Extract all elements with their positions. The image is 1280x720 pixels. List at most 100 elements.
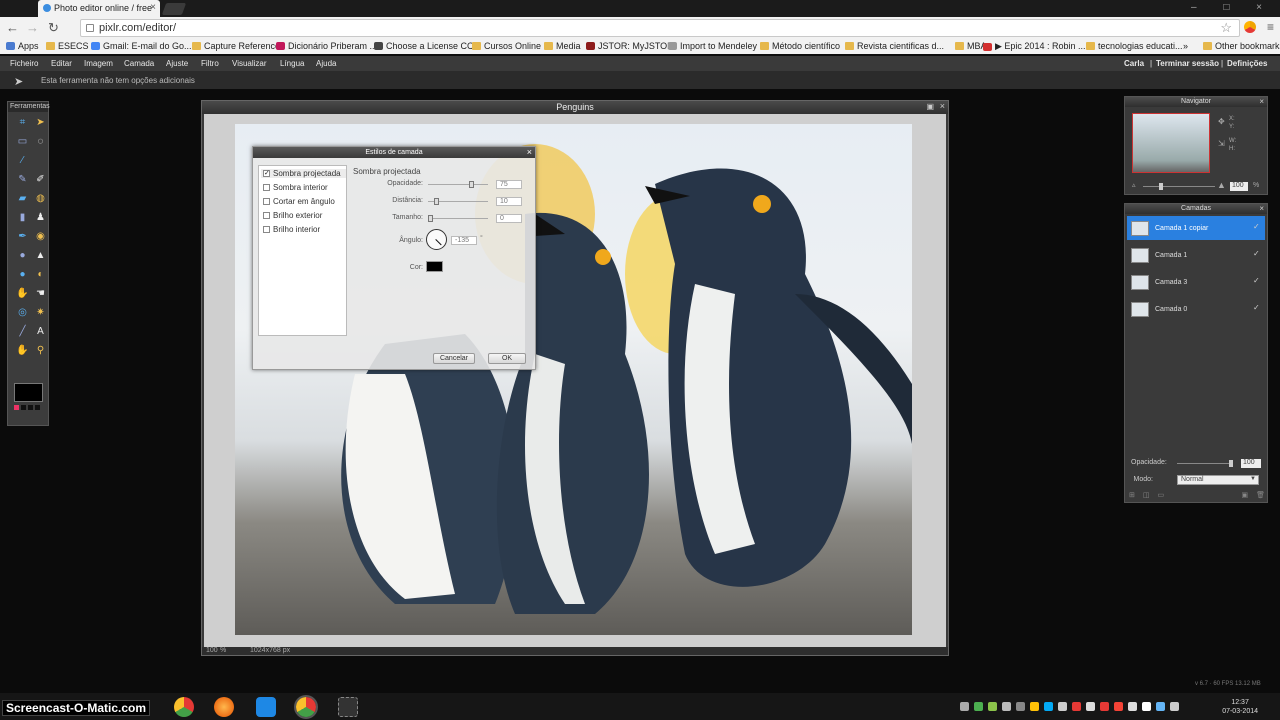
lasso-icon[interactable]: ◌ bbox=[34, 135, 47, 148]
checkbox[interactable] bbox=[263, 212, 270, 219]
bookmark-item[interactable]: ▶ Epic 2014 : Robin ... bbox=[983, 41, 1085, 52]
checkbox[interactable] bbox=[263, 226, 270, 233]
checkbox[interactable]: ✓ bbox=[263, 170, 270, 177]
menu-ajuda[interactable]: Ajuda bbox=[316, 59, 336, 68]
browser-tab[interactable]: Photo editor online / free × bbox=[38, 0, 160, 17]
style-option[interactable]: Cortar em ângulo bbox=[263, 197, 335, 206]
size-slider[interactable] bbox=[428, 215, 488, 222]
navigator-close-icon[interactable]: × bbox=[1259, 97, 1264, 106]
picker-icon[interactable]: ✒ bbox=[16, 230, 29, 243]
pencil-icon[interactable]: ✎ bbox=[16, 173, 29, 186]
tray-icon[interactable] bbox=[1086, 702, 1095, 711]
sharpen-icon[interactable]: ▲ bbox=[34, 249, 47, 262]
tray-icon[interactable] bbox=[1030, 702, 1039, 711]
skype-taskbar-icon[interactable] bbox=[256, 697, 276, 717]
window-controls[interactable]: – □ × bbox=[1191, 2, 1274, 13]
visibility-checkbox-icon[interactable]: ✓ bbox=[1253, 276, 1261, 285]
ok-button[interactable]: OK bbox=[488, 353, 526, 364]
blend-mode-select[interactable]: Normal ▼ bbox=[1177, 475, 1259, 485]
zoom-value[interactable]: 100 bbox=[206, 647, 218, 654]
menu-right-0[interactable]: Carla bbox=[1124, 59, 1144, 68]
stamp-icon[interactable]: ♟ bbox=[34, 211, 47, 224]
layer-row[interactable]: Camada 3 ✓ bbox=[1127, 270, 1265, 294]
forward-arrow-icon[interactable]: → bbox=[26, 20, 39, 35]
opacity-slider[interactable] bbox=[428, 181, 488, 188]
zoom-input[interactable]: 100 bbox=[1230, 182, 1248, 191]
tray-icon[interactable] bbox=[1002, 702, 1011, 711]
chrome-menu-icon[interactable]: ≡ bbox=[1267, 20, 1274, 34]
menu-right-2[interactable]: Definições bbox=[1227, 59, 1267, 68]
bookmark-item[interactable]: Dicionário Priberam ... bbox=[276, 41, 377, 51]
pinch-icon[interactable]: ✷ bbox=[34, 306, 47, 319]
style-option[interactable]: Brilho exterior bbox=[263, 211, 322, 220]
marquee-icon[interactable]: ▭ bbox=[16, 135, 29, 148]
bookmark-item[interactable]: tecnologias educati... bbox=[1086, 41, 1183, 51]
menu-camada[interactable]: Camada bbox=[124, 59, 154, 68]
tab-close-icon[interactable]: × bbox=[150, 2, 156, 13]
tray-icon[interactable] bbox=[1044, 702, 1053, 711]
angle-input[interactable]: -135 bbox=[451, 236, 477, 245]
bookmark-item[interactable]: Cursos Online bbox=[472, 41, 541, 51]
bookmark-item[interactable]: JSTOR: MyJSTOR bbox=[586, 41, 674, 51]
delete-layer-icon[interactable]: 🗑 bbox=[1256, 491, 1265, 501]
new-tab-button[interactable] bbox=[161, 3, 187, 15]
bookmark-item[interactable]: Choose a License CC bbox=[374, 41, 474, 51]
shadow-color-swatch[interactable] bbox=[426, 261, 443, 272]
bookmark-item[interactable]: Gmail: E-mail do Go... bbox=[91, 41, 192, 51]
tray-icon[interactable] bbox=[1142, 702, 1151, 711]
wand-icon[interactable]: ⁄ bbox=[16, 154, 29, 167]
layer-styles-dialog[interactable]: Estilos de camada × ✓ Sombra projectada So… bbox=[252, 146, 536, 370]
layer-row[interactable]: Camada 0 ✓ bbox=[1127, 297, 1265, 321]
bookmark-item[interactable]: Media bbox=[544, 41, 581, 51]
layer-opacity-input[interactable]: 100 bbox=[1241, 459, 1261, 468]
layer-row[interactable]: Camada 1 ✓ bbox=[1127, 243, 1265, 267]
tray-icon[interactable] bbox=[988, 702, 997, 711]
bookmark-item[interactable]: Apps bbox=[6, 41, 39, 51]
layer-style-icon[interactable]: ⊞ bbox=[1129, 491, 1135, 501]
bookmark-item[interactable]: Import to Mendeley bbox=[668, 41, 757, 51]
bookmark-item[interactable]: Revista cientificas d... bbox=[845, 41, 944, 51]
back-arrow-icon[interactable]: ← bbox=[6, 20, 19, 35]
firefox-taskbar-icon[interactable] bbox=[214, 697, 234, 717]
bookmark-item[interactable]: MBA bbox=[955, 41, 987, 51]
layer-mask-icon[interactable]: ◫ bbox=[1143, 491, 1150, 501]
menu-editar[interactable]: Editar bbox=[51, 59, 72, 68]
smudge-icon[interactable]: ☚ bbox=[34, 287, 47, 300]
move-icon[interactable]: ➤ bbox=[34, 116, 47, 129]
opacity-input[interactable]: 75 bbox=[496, 180, 522, 189]
size-slider-knob[interactable] bbox=[428, 215, 433, 222]
bookmark-item[interactable]: » bbox=[1183, 41, 1188, 51]
clock[interactable]: 12:37 07-03-2014 bbox=[1222, 698, 1258, 716]
menu-visualizar[interactable]: Visualizar bbox=[232, 59, 267, 68]
layers-close-icon[interactable]: × bbox=[1259, 204, 1264, 213]
chrome-taskbar-icon[interactable] bbox=[174, 697, 194, 717]
navigator-thumbnail[interactable] bbox=[1132, 113, 1210, 173]
menu-filtro[interactable]: Filtro bbox=[201, 59, 219, 68]
foreground-color-swatch[interactable] bbox=[14, 383, 43, 402]
gradient-icon[interactable]: ▮ bbox=[16, 211, 29, 224]
layer-row[interactable]: Camada 1 copiar ✓ bbox=[1127, 216, 1265, 240]
new-layer-icon[interactable]: ▣ bbox=[1241, 491, 1248, 501]
tray-icon[interactable] bbox=[960, 702, 969, 711]
eraser-icon[interactable]: ▰ bbox=[16, 192, 29, 205]
style-option[interactable]: Brilho interior bbox=[263, 225, 320, 234]
capture-taskbar-icon[interactable] bbox=[338, 697, 358, 717]
layer-opacity-slider[interactable] bbox=[1177, 460, 1233, 467]
bookmark-item[interactable]: ESECS bbox=[46, 41, 89, 51]
distance-input[interactable]: 10 bbox=[496, 197, 522, 206]
tray-icon[interactable] bbox=[1016, 702, 1025, 711]
cancel-button[interactable]: Cancelar bbox=[433, 353, 475, 364]
checkbox[interactable] bbox=[263, 184, 270, 191]
line-icon[interactable]: ╱ bbox=[16, 325, 29, 338]
tray-icon[interactable] bbox=[1114, 702, 1123, 711]
zoom-slider[interactable] bbox=[1143, 183, 1215, 190]
bookmark-item[interactable]: Capture Reference bbox=[192, 41, 280, 51]
brush-icon[interactable]: ✐ bbox=[34, 173, 47, 186]
tray-icon[interactable] bbox=[974, 702, 983, 711]
zoom-in-icon[interactable]: ▲ bbox=[1217, 180, 1226, 190]
bucket-icon[interactable]: ◍ bbox=[34, 192, 47, 205]
size-input[interactable]: 0 bbox=[496, 214, 522, 223]
new-folder-icon[interactable]: ▭ bbox=[1158, 491, 1165, 501]
tray-icon[interactable] bbox=[1170, 702, 1179, 711]
burn-icon[interactable]: ◐ bbox=[34, 268, 47, 281]
